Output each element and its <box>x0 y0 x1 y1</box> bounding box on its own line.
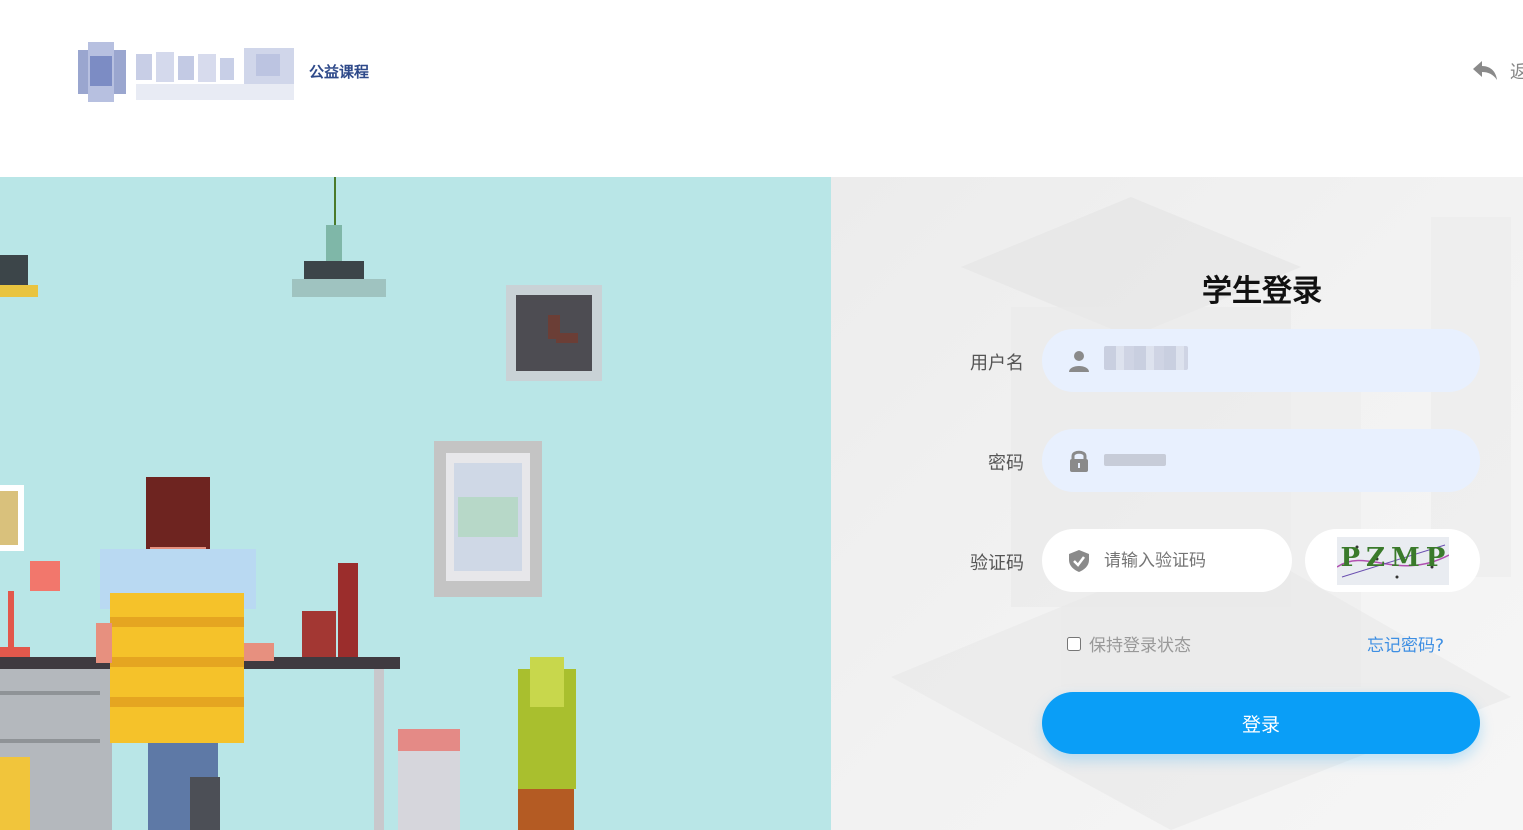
back-link[interactable]: 返 <box>1472 56 1523 86</box>
remember-checkbox[interactable] <box>1067 636 1081 651</box>
site-logo[interactable] <box>78 42 298 102</box>
forgot-password-link[interactable]: 忘记密码? <box>1367 631 1444 656</box>
reply-arrow-icon <box>1473 61 1497 80</box>
site-header: 公益课程 返 <box>0 0 1523 177</box>
logo-subtitle: 公益课程 <box>309 63 370 81</box>
username-value-masked <box>1104 346 1188 375</box>
username-label: 用户名 <box>970 353 1024 374</box>
login-button[interactable]: 登录 <box>1042 692 1480 754</box>
captcha-label: 验证码 <box>970 553 1024 574</box>
login-title: 学生登录 <box>1202 274 1322 309</box>
captcha-image: PZMP <box>1336 536 1449 585</box>
shield-check-icon <box>1066 548 1092 574</box>
back-label: 返 <box>1510 62 1523 83</box>
password-value-masked <box>1104 451 1166 471</box>
remember-login[interactable]: 保持登录状态 <box>1067 631 1191 656</box>
username-field[interactable] <box>1042 329 1480 392</box>
captcha-input[interactable] <box>1104 550 1274 571</box>
user-icon <box>1066 348 1092 374</box>
captcha-text: PZMP <box>1340 542 1449 573</box>
captcha-image-button[interactable]: PZMP <box>1305 529 1480 592</box>
password-field[interactable] <box>1042 429 1480 492</box>
lock-icon <box>1066 448 1092 474</box>
captcha-field[interactable] <box>1042 529 1292 592</box>
remember-label: 保持登录状态 <box>1089 636 1191 656</box>
banner-illustration <box>0 177 831 830</box>
password-label: 密码 <box>988 453 1024 474</box>
